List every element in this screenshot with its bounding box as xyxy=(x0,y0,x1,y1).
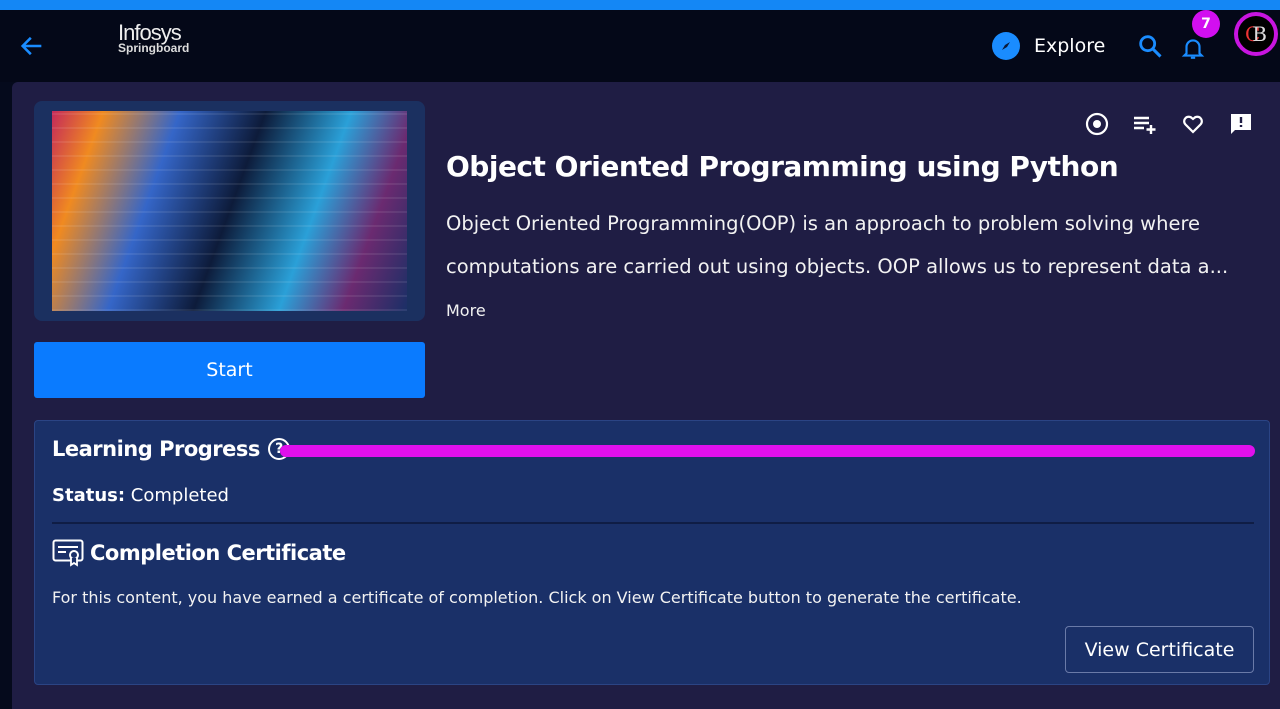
status-label: Status: xyxy=(52,485,126,506)
learning-progress-card: Learning Progress? Status: Completed Com… xyxy=(34,420,1270,685)
back-arrow-icon[interactable] xyxy=(18,32,46,60)
status-value: Completed xyxy=(130,485,229,506)
view-certificate-button[interactable]: View Certificate xyxy=(1065,626,1254,673)
target-icon[interactable] xyxy=(1084,111,1110,137)
course-title: Object Oriented Programming using Python xyxy=(446,150,1119,183)
notification-badge: 7 xyxy=(1192,10,1220,38)
status-line: Status: Completed xyxy=(52,485,229,506)
learning-progress-heading: Learning Progress? xyxy=(52,437,290,461)
course-actions xyxy=(1084,111,1254,137)
infosys-springboard-logo[interactable]: Infosys Springboard xyxy=(118,22,190,55)
compass-icon xyxy=(992,32,1020,60)
description-text: Object Oriented Programming(OOP) is an a… xyxy=(446,212,1229,278)
course-thumbnail xyxy=(34,101,425,321)
certificate-text: For this content, you have earned a cert… xyxy=(52,588,1022,607)
progress-bar xyxy=(280,445,1255,457)
certificate-heading-label: Completion Certificate xyxy=(90,541,346,565)
divider xyxy=(52,522,1254,524)
header: Infosys Springboard Explore xyxy=(0,10,1280,82)
certificate-heading: Completion Certificate xyxy=(52,539,346,567)
explore-button[interactable]: Explore xyxy=(992,32,1105,60)
search-icon[interactable] xyxy=(1136,32,1164,60)
top-accent-strip xyxy=(0,0,1280,10)
avatar[interactable]: CB xyxy=(1234,12,1278,56)
add-to-playlist-icon[interactable] xyxy=(1132,111,1158,137)
explore-label: Explore xyxy=(1034,35,1106,57)
progress-bar-fill xyxy=(280,445,1255,457)
certificate-icon xyxy=(52,539,84,567)
course-description: Object Oriented Programming(OOP) is an a… xyxy=(446,202,1266,332)
avatar-logo-b: B xyxy=(1252,22,1267,46)
notification-bell-icon[interactable] xyxy=(1180,34,1206,62)
logo-subtext: Springboard xyxy=(118,41,190,55)
course-image xyxy=(52,111,407,311)
heart-icon[interactable] xyxy=(1180,111,1206,137)
feedback-icon[interactable] xyxy=(1228,111,1254,137)
more-link[interactable]: More xyxy=(446,301,486,320)
learning-progress-label: Learning Progress xyxy=(52,437,260,461)
start-button[interactable]: Start xyxy=(34,342,425,398)
